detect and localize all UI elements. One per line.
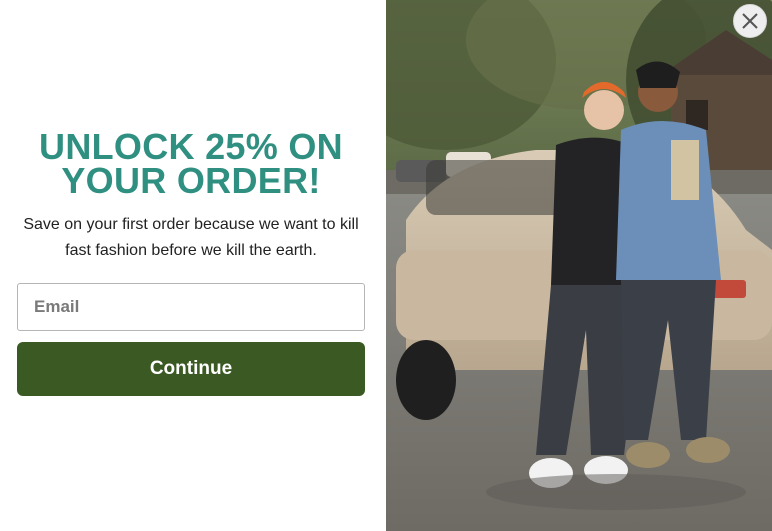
close-icon: [742, 13, 758, 29]
popup-form-panel: UNLOCK 25% ON YOUR ORDER! Save on your f…: [0, 0, 386, 531]
signup-popup: UNLOCK 25% ON YOUR ORDER! Save on your f…: [0, 0, 772, 531]
email-field[interactable]: [17, 283, 365, 331]
hero-photo: [386, 0, 772, 531]
headline-line-2: YOUR ORDER!: [61, 160, 321, 201]
continue-button[interactable]: Continue: [17, 342, 365, 396]
popup-headline: UNLOCK 25% ON YOUR ORDER!: [0, 126, 382, 201]
popup-subtext: Save on your first order because we want…: [23, 216, 359, 259]
headline-line-1: UNLOCK 25% ON: [39, 126, 343, 167]
close-button[interactable]: [733, 4, 767, 38]
